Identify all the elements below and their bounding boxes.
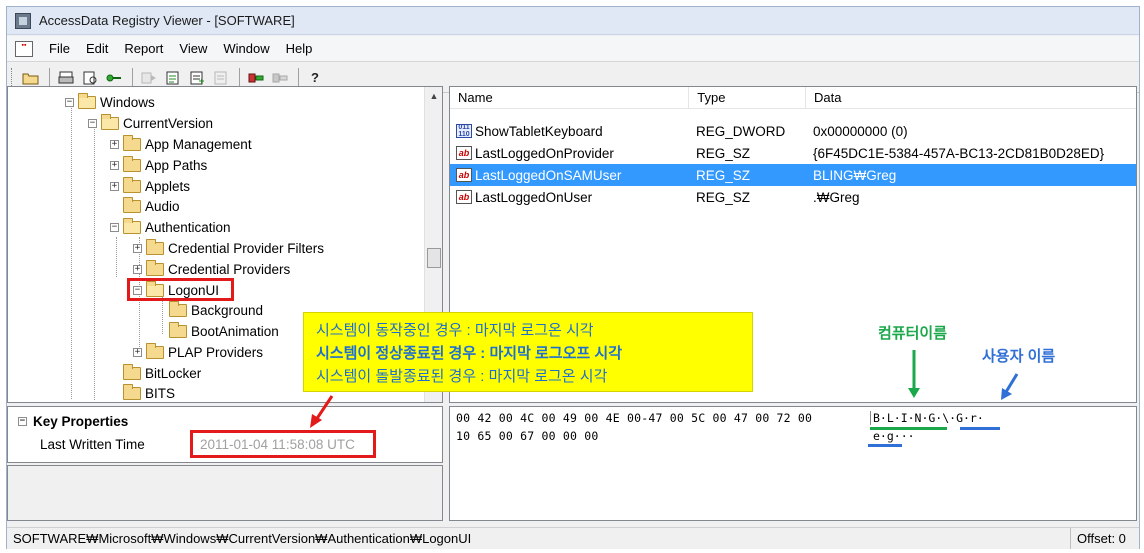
blue-arrow	[1004, 373, 1019, 393]
red-arrow	[314, 395, 334, 421]
annotation-arrows	[310, 350, 1019, 428]
green-arrowhead-icon	[908, 388, 920, 398]
computer-name-label: 컴퓨터이름	[878, 325, 948, 342]
user-name-label: 사용자 이름	[982, 348, 1056, 365]
